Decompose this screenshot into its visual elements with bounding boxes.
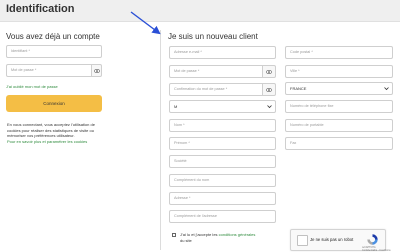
cookies-notice: En vous connectant, vous acceptez l'util… <box>7 122 103 144</box>
civility-value: M <box>174 104 178 109</box>
login-password-input[interactable]: Mot de passe * <box>6 64 92 77</box>
login-id-input[interactable]: Identifiant * <box>6 45 102 58</box>
register-show-password-button[interactable] <box>263 65 276 78</box>
country-select[interactable]: FRANCE <box>285 82 393 95</box>
register-city-input[interactable]: Ville * <box>285 65 393 78</box>
eye-icon <box>266 69 272 74</box>
register-password-input[interactable]: Mot de passe * <box>169 65 263 78</box>
cgv-label: J'ai lu et j'accepte les conditions géné… <box>180 232 255 243</box>
cookies-link[interactable]: Pour en savoir plus et paramétrer les co… <box>7 139 103 145</box>
civility-select[interactable]: M <box>169 100 276 113</box>
cgv-link[interactable]: conditions générales <box>219 232 256 237</box>
forgot-password-link[interactable]: J'ai oublié mon mot de passe <box>6 84 58 89</box>
register-address-complement-input[interactable]: Complément de l'adresse <box>169 210 276 223</box>
register-mobile-input[interactable]: Numéro de portable <box>285 119 393 132</box>
register-lastname-input[interactable]: Nom * <box>169 119 276 132</box>
register-postal-input[interactable]: Code postal * <box>285 46 393 59</box>
recaptcha-widget: Je ne suis pas un robot reCAPTCHA Confid… <box>290 229 391 252</box>
register-name-complement-input[interactable]: Complément du nom <box>169 174 276 187</box>
recaptcha-terms: reCAPTCHA Confidentialité - Conditions <box>362 246 391 252</box>
register-address-input[interactable]: Adresse * <box>169 192 276 205</box>
register-confirm-password-input[interactable]: Confirmation du mot de passe * <box>169 83 263 96</box>
register-company-input[interactable]: Société <box>169 155 276 168</box>
checkbox-icon[interactable] <box>172 233 176 237</box>
register-phone-input[interactable]: Numéro de téléphone fixe <box>285 100 393 113</box>
eye-icon <box>93 68 100 73</box>
register-show-confirm-button[interactable] <box>263 83 276 96</box>
login-heading: Vous avez déjà un compte <box>6 32 100 41</box>
login-submit-button[interactable]: Connexion <box>6 95 102 112</box>
cookies-text: En vous connectant, vous acceptez l'util… <box>7 122 95 139</box>
register-heading: Je suis un nouveau client <box>168 32 258 41</box>
recaptcha-label: Je ne suis pas un robot <box>310 237 354 242</box>
register-email-input[interactable]: Adresse e-mail * <box>169 46 276 59</box>
recaptcha-logo-icon <box>367 234 378 245</box>
chevron-down-icon <box>384 87 389 91</box>
register-fax-input[interactable]: Fax <box>285 137 393 150</box>
eye-icon <box>266 87 272 92</box>
register-firstname-input[interactable]: Prénom * <box>169 137 276 150</box>
country-value: FRANCE <box>290 86 307 91</box>
page-title: Identification <box>6 3 75 15</box>
column-divider <box>160 30 161 250</box>
login-show-password-button[interactable] <box>92 64 102 77</box>
chevron-down-icon <box>267 105 272 109</box>
page-header: Identification <box>0 0 400 22</box>
cgv-text-after: du site <box>180 237 192 243</box>
cgv-text: J'ai lu et j'accepte les <box>180 232 218 237</box>
recaptcha-checkbox[interactable] <box>297 235 308 246</box>
